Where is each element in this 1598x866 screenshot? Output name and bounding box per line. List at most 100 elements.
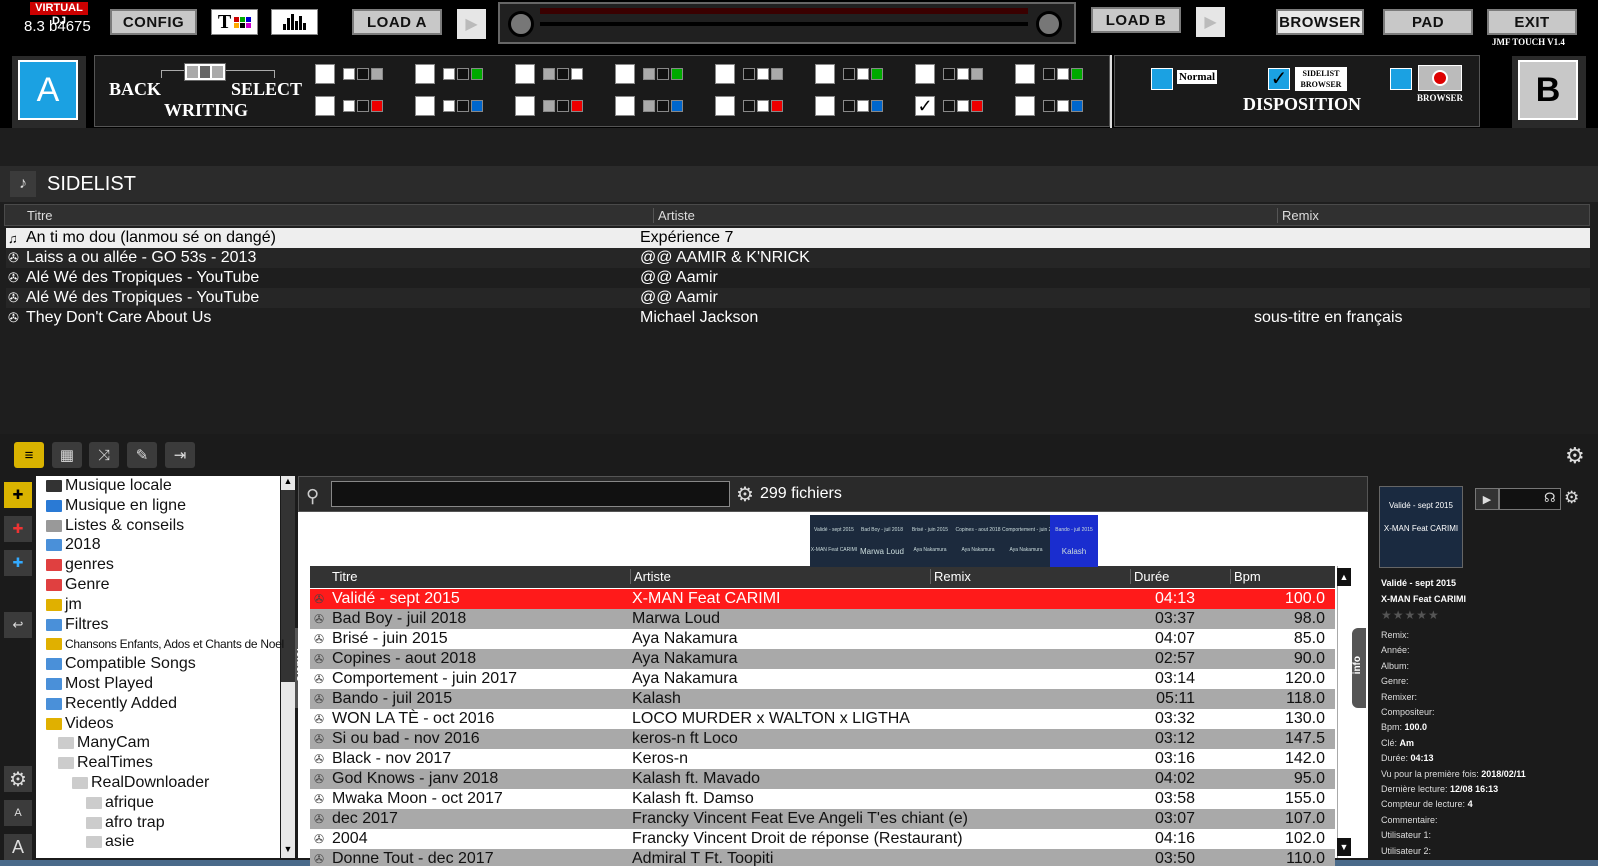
scheme-checkbox[interactable] — [715, 64, 735, 84]
folder-item[interactable]: RealTimes — [58, 753, 153, 773]
crossfader-right-knob[interactable] — [1036, 11, 1062, 37]
sidelist-row[interactable]: ✇ Alé Wé des Tropiques - YouTube @@ Aami… — [6, 288, 1590, 308]
search-icon[interactable]: ⚲ — [306, 486, 319, 507]
sidelist-row[interactable]: ✇ Alé Wé des Tropiques - YouTube @@ Aami… — [6, 268, 1590, 288]
browser-row[interactable]: ✇ dec 2017 Francky Vincent Feat Eve Ange… — [310, 809, 1335, 829]
scheme-swatch[interactable] — [643, 100, 683, 112]
select-label[interactable]: SELECT — [231, 79, 302, 100]
scheme-checkbox[interactable] — [815, 64, 835, 84]
scheme-swatch[interactable] — [543, 68, 583, 80]
scheme-checkbox[interactable] — [915, 64, 935, 84]
browser-row[interactable]: ✇ 2004 Francky Vincent Droit de réponse … — [310, 829, 1335, 849]
edit-icon[interactable]: ✎ — [127, 442, 157, 468]
folder-item[interactable]: ManyCam — [58, 733, 150, 753]
scheme-swatch[interactable] — [943, 68, 983, 80]
add-to-deck-icon[interactable]: ⇥ — [165, 442, 195, 468]
settings-gear-icon[interactable]: ⚙ — [1565, 443, 1585, 469]
scheme-swatch[interactable] — [843, 100, 883, 112]
scheme-swatch[interactable] — [443, 100, 483, 112]
folder-scroll-up-icon[interactable]: ▲ — [281, 476, 295, 490]
cover-thumb[interactable]: Brisé - juin 2015 Aya Nakamura — [906, 515, 954, 567]
browser-row[interactable]: ✇ God Knows - janv 2018 Kalash ft. Mavad… — [310, 769, 1335, 789]
info-gear-icon[interactable]: ⚙ — [1564, 488, 1579, 508]
add-filter-icon[interactable]: ✚ — [4, 550, 32, 576]
browser-row[interactable]: ✇ Donne Tout - dec 2017 Admiral T Ft. To… — [310, 849, 1335, 866]
scheme-swatch[interactable] — [1043, 68, 1083, 80]
folder-item[interactable]: genres — [46, 555, 114, 575]
col-bpm[interactable]: Bpm — [1230, 569, 1261, 584]
shuffle-icon[interactable]: ⤨ — [89, 442, 119, 468]
scheme-swatch[interactable] — [543, 100, 583, 112]
folder-item[interactable]: Chansons Enfants, Ados et Chants de Noel — [46, 634, 284, 654]
folder-item[interactable]: Genre — [46, 575, 109, 595]
back-label[interactable]: BACK — [109, 79, 161, 100]
browser-scroll-down-icon[interactable]: ▼ — [1337, 838, 1351, 856]
scheme-checkbox[interactable] — [515, 64, 535, 84]
crossfader-track[interactable] — [540, 22, 1028, 26]
folder-item[interactable]: Videos — [46, 714, 114, 734]
folder-item[interactable]: Recently Added — [46, 694, 177, 714]
cover-thumb[interactable]: Copines - aout 2018 Aya Nakamura — [954, 515, 1002, 567]
folder-item[interactable]: jm — [46, 595, 82, 615]
browser-row[interactable]: ✇ Bando - juil 2015 Kalash 05:11 118.0 — [310, 689, 1335, 709]
scheme-swatch[interactable] — [343, 68, 383, 80]
search-input[interactable] — [331, 481, 730, 507]
deck-b-button[interactable]: B — [1518, 60, 1578, 120]
browser-mode-icon[interactable] — [1418, 65, 1462, 91]
folder-item[interactable]: afrique — [86, 793, 154, 813]
font-small-button[interactable]: A — [4, 800, 32, 826]
waveform-mode-icon[interactable] — [271, 9, 318, 35]
scheme-swatch[interactable] — [1043, 100, 1083, 112]
scheme-checkbox[interactable] — [315, 64, 335, 84]
folder-item[interactable]: asie — [86, 832, 134, 852]
cover-thumb[interactable]: Validé - sept 2015 X-MAN Feat CARIMI — [810, 515, 858, 567]
browser-row[interactable]: ✇ Mwaka Moon - oct 2017 Kalash ft. Damso… — [310, 789, 1335, 809]
browser-scrollbar[interactable] — [1337, 566, 1351, 858]
folder-item[interactable]: RealDownloader — [72, 773, 209, 793]
writing-slider-icon[interactable] — [184, 63, 226, 81]
exit-button[interactable]: EXIT — [1487, 9, 1577, 35]
col-duree[interactable]: Durée — [1130, 569, 1169, 584]
browser-row[interactable]: ✇ Black - nov 2017 Keros-n 03:16 142.0 — [310, 749, 1335, 769]
text-mode-icon[interactable]: T — [211, 9, 258, 35]
scheme-checkbox[interactable] — [615, 96, 635, 116]
scheme-checkbox[interactable] — [415, 96, 435, 116]
browser-row[interactable]: ✇ Comportement - juin 2017 Aya Nakamura … — [310, 669, 1335, 689]
scheme-swatch[interactable] — [343, 100, 383, 112]
browser-row[interactable]: ✇ Validé - sept 2015 X-MAN Feat CARIMI 0… — [310, 589, 1335, 609]
sidelist-row[interactable]: ♫ An ti mo dou (lanmou sé on dangé) Expé… — [6, 228, 1590, 248]
browser-row[interactable]: ✇ Brisé - juin 2015 Aya Nakamura 04:07 8… — [310, 629, 1335, 649]
load-a-button[interactable]: LOAD A — [352, 9, 442, 35]
search-gear-icon[interactable]: ⚙ — [736, 482, 754, 507]
browser-row[interactable]: ✇ Si ou bad - nov 2016 keros-n ft Loco 0… — [310, 729, 1335, 749]
scheme-swatch[interactable] — [443, 68, 483, 80]
browser-scroll-up-icon[interactable]: ▲ — [1337, 568, 1351, 586]
font-large-button[interactable]: A — [4, 834, 32, 860]
folder-item[interactable]: Compatible Songs — [46, 654, 196, 674]
scheme-checkbox[interactable] — [815, 96, 835, 116]
deck-a-button[interactable]: A — [18, 60, 78, 120]
sidelist-row[interactable]: ✇ Laiss a ou allée - GO 53s - 2013 @@ AA… — [6, 248, 1590, 268]
browser-mode-label[interactable]: BROWSER — [1417, 93, 1463, 103]
folder-scroll-down-icon[interactable]: ▼ — [281, 844, 295, 858]
load-b-button[interactable]: LOAD B — [1091, 7, 1181, 33]
preview-play-icon[interactable]: ▶ — [1475, 488, 1499, 510]
normal-label[interactable]: Normal — [1177, 70, 1218, 84]
sidelist-icon[interactable]: ♪ — [10, 171, 36, 197]
scheme-checkbox[interactable] — [1015, 96, 1035, 116]
scheme-swatch[interactable] — [943, 100, 983, 112]
browser-row[interactable]: ✇ Bad Boy - juil 2018 Marwa Loud 03:37 9… — [310, 609, 1335, 629]
scheme-checkbox[interactable]: ✓ — [915, 96, 935, 116]
sidelist-col-artiste[interactable]: Artiste — [653, 208, 695, 223]
headphones-icon[interactable]: ☊ — [1544, 490, 1556, 506]
add-playlist-icon[interactable]: ✚ — [4, 516, 32, 542]
play-b-icon[interactable]: ▶ — [1196, 7, 1225, 37]
folder-item[interactable]: Most Played — [46, 674, 153, 694]
automix-icon[interactable]: ▦ — [52, 442, 82, 468]
sidelist-browser-label[interactable]: SIDELIST BROWSER — [1295, 67, 1347, 91]
sidelist-row[interactable]: ✇ They Don't Care About Us Michael Jacks… — [6, 308, 1590, 328]
play-a-icon[interactable]: ▶ — [457, 9, 486, 39]
scheme-checkbox[interactable] — [315, 96, 335, 116]
scheme-checkbox[interactable] — [615, 64, 635, 84]
scheme-swatch[interactable] — [743, 100, 783, 112]
